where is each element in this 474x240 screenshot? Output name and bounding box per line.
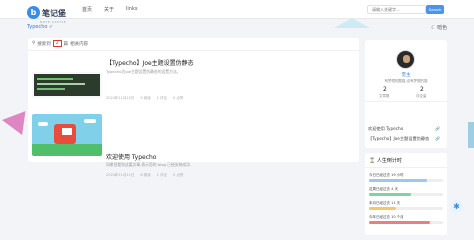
post-date: 2024年11月11日 (106, 173, 135, 177)
life-countdown-card: ⌛ 人生倒计时 今日已经过去 19 小时 这周已经过去 4 天 本月已经过去 1… (365, 153, 447, 235)
post-thumbnail[interactable] (32, 56, 102, 98)
articles-count: 2 (383, 86, 387, 93)
nav-item-home[interactable]: 首页 (82, 6, 92, 13)
cloud-shape (84, 119, 96, 123)
post-likes: 0 点赞 (173, 96, 184, 100)
post-excerpt: 如果您看到这篇文章,表示您的 blog 已经安装成功. (106, 162, 192, 167)
search-button[interactable]: Search (426, 5, 444, 14)
progress-fill (369, 179, 428, 182)
post-card[interactable]: 【Typecho】Joe主题设置伪静态 Typecho为Joe主题设置伪静态的设… (32, 56, 355, 104)
settings-icon[interactable]: ✱ (450, 200, 463, 213)
post-comments: 1 评论 (156, 173, 168, 177)
terminal-line (37, 83, 85, 85)
post-views: 5 阅读 (140, 96, 151, 100)
terminal-line (37, 88, 65, 90)
post-meta: 2024年11月15日 5 阅读 1 评论 0 点赞 (106, 96, 183, 101)
logo-badge: b (27, 6, 40, 19)
post-date: 2024年11月15日 (106, 96, 135, 100)
post-title[interactable]: 【Typecho】Joe主题设置伪静态 (106, 58, 194, 67)
breadcrumb-prefix: 搜索到 (37, 41, 51, 47)
grass-shape (32, 144, 102, 156)
background-decoration (468, 122, 474, 148)
nav-item-about[interactable]: 关于 (104, 6, 114, 13)
main-nav: 首页 关于 links (82, 6, 137, 13)
nav-item-links[interactable]: links (126, 6, 137, 13)
divider (365, 101, 447, 102)
link-icon: 🔗 (435, 126, 440, 131)
post-thumbnail[interactable] (32, 114, 102, 156)
post-title[interactable]: 欢迎使用 Typecho (106, 152, 156, 161)
search-results-panel: ⚲ 搜索到 2 篇 相关内容 【Typecho】Joe主题设置伪静态 Typec… (28, 38, 359, 177)
countdown-title-text: 人生倒计时 (376, 158, 402, 164)
divider (365, 167, 447, 168)
avatar-face (403, 55, 410, 63)
progress-fill (369, 207, 396, 210)
breadcrumb-icon: ⚲ (32, 41, 36, 46)
articles-label: 文章数 (379, 94, 390, 98)
terminal-image (34, 74, 100, 96)
post-meta: 2024年11月11日 8 阅读 1 评论 0 点赞 (106, 173, 183, 178)
link-icon: 🔗 (435, 136, 440, 141)
post-likes: 0 点赞 (173, 173, 184, 177)
cloud-shape (38, 122, 48, 126)
progress-track (369, 179, 443, 182)
post-card[interactable]: 欢迎使用 Typecho 如果您看到这篇文章,表示您的 blog 已经安装成功.… (32, 111, 355, 177)
progress-track (369, 221, 443, 224)
progress-label: 今日已经过去 19 小时 (369, 173, 404, 177)
avatar[interactable] (396, 50, 415, 69)
progress-track (369, 193, 443, 196)
breadcrumb-unit: 篇 (63, 41, 69, 47)
progress-label: 今年已经过去 10 个月 (369, 215, 404, 219)
progress-track (369, 207, 443, 210)
author-name[interactable]: 堡主 (365, 72, 447, 78)
progress-label: 本月已经过去 11 天 (369, 201, 401, 205)
recent-post-link[interactable]: 【Typecho】Joe主题设置伪静态 (368, 136, 429, 142)
recent-post-link[interactable]: 欢迎使用 Typecho (368, 126, 403, 132)
progress-fill (369, 193, 412, 196)
profile-card: 堡主 有梦想的酸猫,没有梦想的猫 2 文章数 2 评论量 欢迎使用 Typech… (365, 40, 447, 148)
countdown-title: ⌛ 人生倒计时 (369, 157, 402, 164)
author-motto: 有梦想的酸猫,没有梦想的猫 (384, 79, 428, 83)
logo-title: 笔记堡 (42, 9, 66, 18)
result-count: 2 (52, 40, 62, 47)
divider (28, 50, 359, 51)
terminal-line (37, 78, 73, 80)
background-decoration (0, 105, 26, 135)
letter-shape (62, 128, 72, 135)
post-views: 8 阅读 (140, 173, 151, 177)
thumbnail-header (32, 56, 102, 72)
breadcrumb-suffix: 相关内容 (70, 41, 89, 47)
breadcrumb: ⚲ 搜索到 2 篇 相关内容 (32, 40, 88, 47)
comments-label: 评论量 (416, 94, 427, 98)
top-header: b 笔记堡 NOTE CASTLE 首页 关于 links Search (0, 0, 474, 24)
post-excerpt: Typecho为Joe主题设置伪静态的设置方法。 (106, 69, 181, 74)
progress-label: 这周已经过去 4 天 (369, 187, 398, 191)
sub-bar: Typecho ✓ ☾ 暗色 (0, 20, 474, 32)
search-input[interactable] (367, 5, 426, 14)
progress-fill (369, 221, 431, 224)
theme-toggle[interactable]: ☾ 暗色 (431, 24, 447, 31)
hourglass-icon: ⌛ (369, 158, 376, 164)
comments-count: 2 (420, 86, 424, 93)
category-dropdown[interactable]: Typecho ✓ (27, 24, 53, 30)
post-comments: 1 评论 (156, 96, 168, 100)
